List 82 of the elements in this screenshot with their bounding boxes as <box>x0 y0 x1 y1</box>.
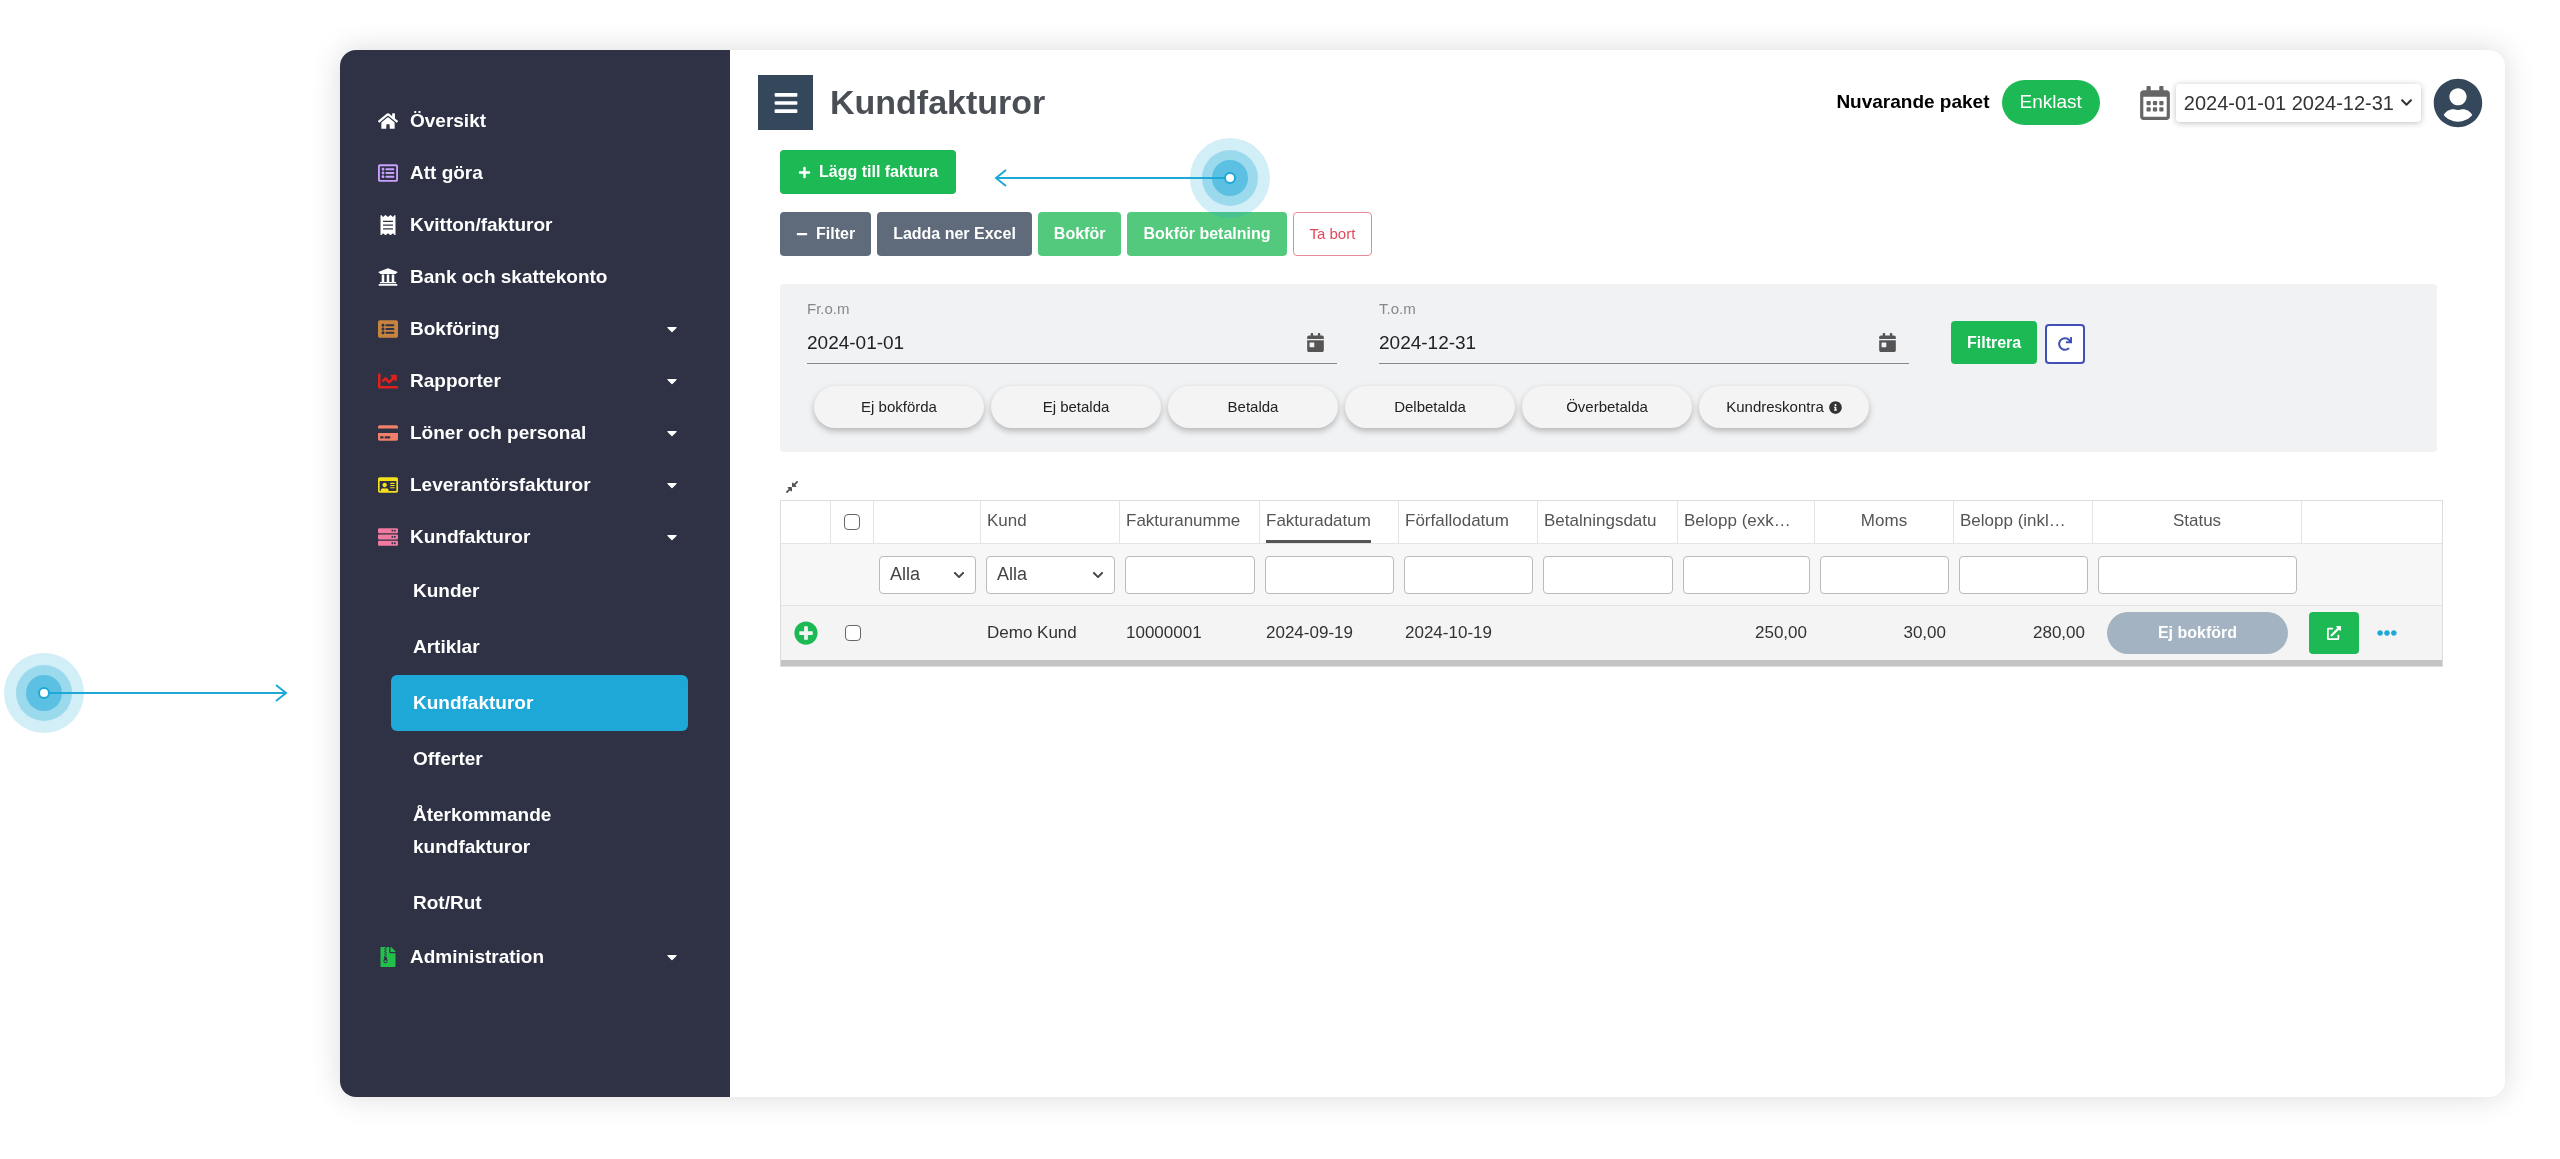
date-field[interactable]: T.o.m 2024-12-31 <box>1379 298 1909 364</box>
filter-input[interactable] <box>1959 555 2088 594</box>
table-cell-text: Demo Kund <box>986 622 1078 645</box>
filter-chip[interactable]: Ej betalda <box>991 386 1161 428</box>
sidebar-item[interactable]: Bokföring <box>370 303 688 355</box>
sidebar-item[interactable]: Att göra <box>370 147 688 199</box>
sidebar-item[interactable]: Kunder <box>391 563 688 619</box>
table-cell-text: 250,00 <box>1754 622 1808 645</box>
filter-input[interactable] <box>1125 555 1255 594</box>
table-cell-text: 2024-10-19 <box>1404 622 1493 645</box>
table-cell-text: 10000001 <box>1125 622 1203 645</box>
filter-select[interactable]: Alla <box>879 555 976 594</box>
refresh-icon <box>2058 337 2073 351</box>
filter-chip[interactable]: Delbetalda <box>1345 386 1515 428</box>
open-button[interactable] <box>2309 612 2359 654</box>
table-cell-text: 280,00 <box>2032 622 2086 645</box>
scrollbar[interactable] <box>781 660 2442 666</box>
filter-input[interactable] <box>1820 555 1949 594</box>
status-badge: Ej bokförd <box>2107 612 2288 654</box>
package-label: Nuvarande paket <box>1836 90 1990 115</box>
chart-icon <box>378 371 398 391</box>
chevron-icon <box>2400 96 2413 109</box>
expand-row-icon[interactable] <box>794 621 818 645</box>
filter-input[interactable] <box>2098 555 2297 594</box>
list-icon <box>378 319 398 339</box>
column-header[interactable]: Kund <box>987 501 1027 543</box>
sidebar-item[interactable]: Leverantörsfakturor <box>370 459 688 511</box>
period-select[interactable]: 2024-01-01 2024-12-31 <box>2175 83 2421 122</box>
column-header[interactable]: Förfallodatum <box>1405 501 1509 543</box>
column-header[interactable]: Moms <box>1860 501 1908 543</box>
page-title: Kundfakturor <box>830 82 1046 123</box>
external-link-icon <box>2327 626 2341 640</box>
checkbox[interactable] <box>844 625 861 641</box>
calendar-icon <box>2137 85 2172 120</box>
table-cell-text: 30,00 <box>1902 622 1947 645</box>
package-badge: Enklast <box>2001 80 2100 125</box>
card-icon <box>378 423 398 443</box>
sidebar-item[interactable]: Bank och skattekonto <box>370 251 688 303</box>
collapse-icon[interactable] <box>785 480 799 494</box>
sidebar-item[interactable]: Administration <box>370 931 688 983</box>
sidebar-item[interactable]: Rapporter <box>370 355 688 407</box>
filter-chip[interactable]: Ej bokförda <box>814 386 984 428</box>
sidebar-item[interactable]: Rot/Rut <box>391 875 688 931</box>
refresh-button[interactable] <box>2045 324 2086 364</box>
list-icon <box>378 163 398 183</box>
column-header[interactable]: Belopp (inkl… <box>1960 501 2066 543</box>
filter-input[interactable] <box>1265 555 1394 594</box>
sidebar-item[interactable]: Återkommande kundfakturor <box>391 787 688 875</box>
sidebar-item[interactable]: Löner och personal <box>370 407 688 459</box>
filter-chip[interactable]: Kundreskontra <box>1699 386 1869 428</box>
id-card-icon <box>378 475 398 495</box>
sidebar-item[interactable]: Översikt <box>370 95 688 147</box>
checkbox[interactable] <box>844 514 860 530</box>
toolbar-button[interactable]: Filter <box>780 212 872 256</box>
toolbar-button[interactable]: Ladda ner Excel <box>877 212 1032 256</box>
calendar-icon <box>1306 333 1325 353</box>
filter-input[interactable] <box>1683 555 1810 594</box>
sidebar-item[interactable]: Artiklar <box>391 619 688 675</box>
sidebar-item[interactable]: Kundfakturor <box>370 511 688 563</box>
table-cell-text: 2024-09-19 <box>1265 622 1354 645</box>
filter-input[interactable] <box>1543 555 1673 594</box>
column-header[interactable]: Belopp (exk… <box>1684 501 1791 543</box>
bank-icon <box>378 267 398 287</box>
menu-button[interactable] <box>758 75 813 130</box>
column-header[interactable]: Fakturanumme <box>1126 501 1241 543</box>
sidebar-item[interactable]: Kvitton/fakturor <box>370 199 688 251</box>
avatar-icon <box>2433 77 2483 128</box>
column-header[interactable]: Status <box>2172 501 2222 543</box>
server-icon <box>378 527 398 547</box>
plus-icon <box>798 165 811 179</box>
date-field[interactable]: Fr.o.m 2024-01-01 <box>807 298 1337 364</box>
sidebar-item[interactable]: Offerter <box>391 731 688 787</box>
filter-chip[interactable]: Överbetalda <box>1522 386 1692 428</box>
toolbar-button[interactable]: Ta bort <box>1292 212 1373 256</box>
filter-select[interactable]: Alla <box>986 555 1115 594</box>
filter-input[interactable] <box>1404 555 1533 594</box>
file-icon <box>378 947 398 967</box>
receipt-icon <box>378 215 398 235</box>
home-icon <box>378 111 398 131</box>
column-header[interactable]: Betalningsdatu <box>1544 501 1657 543</box>
calendar-icon <box>1878 333 1897 353</box>
filter-chip[interactable]: Betalda <box>1168 386 1338 428</box>
